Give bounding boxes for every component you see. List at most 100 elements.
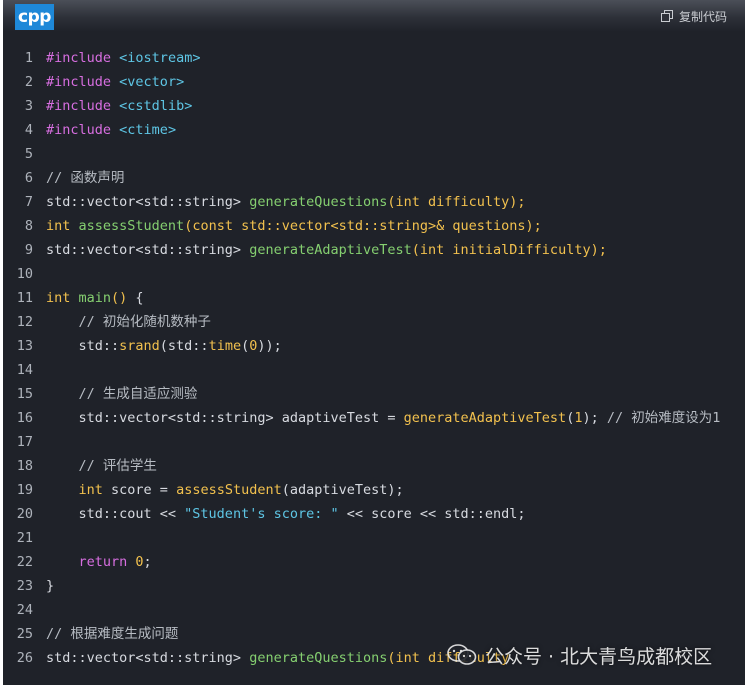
- line-number: 13: [16, 338, 33, 354]
- code-text: }: [46, 574, 54, 598]
- code-token: int: [46, 482, 112, 498]
- code-token: std::vector<std::string> adaptiveTest =: [46, 410, 404, 426]
- line-number: 24: [16, 602, 33, 618]
- code-text: std::srand(std::time(0));: [46, 334, 282, 358]
- code-toolbar: cpp 复制代码: [3, 0, 745, 32]
- code-token: (int initialDifficulty);: [411, 242, 607, 258]
- line-number: 17: [16, 434, 33, 450]
- code-token: "Student's score: ": [184, 506, 339, 522]
- code-token: #include: [46, 50, 112, 66]
- code-token: }: [46, 578, 55, 594]
- code-token: ));: [257, 338, 282, 354]
- line-number: 6: [24, 170, 33, 186]
- watermark-text: 公众号 · 北大青鸟成都校区: [485, 645, 713, 668]
- code-token: std::vector<std::string>: [46, 650, 250, 666]
- line-number: 1: [24, 50, 33, 66]
- code-token: (: [241, 338, 250, 354]
- code-text: std::vector<std::string> generateQuestio…: [46, 646, 509, 670]
- line-number: 4: [24, 122, 33, 138]
- line-number: 12: [16, 314, 33, 330]
- code-lines: 1 #include <iostream> 2 #include <vector> 3 #…: [3, 46, 745, 670]
- code-token: main: [78, 290, 112, 306]
- code-block: cpp 复制代码 1 #include <iostream> 2 #include <…: [3, 0, 745, 685]
- line-number: 11: [16, 290, 33, 306]
- code-token: {: [127, 290, 144, 306]
- code-line: 1 #include <iostream>: [3, 46, 745, 70]
- line-number: 2: [24, 74, 33, 90]
- code-token: <iostream>: [119, 50, 201, 66]
- code-text: return 0;: [46, 550, 152, 574]
- code-token: <ctime>: [119, 122, 177, 138]
- code-token: ;: [143, 554, 152, 570]
- line-number: 25: [16, 626, 33, 642]
- line-number: 15: [16, 386, 33, 402]
- code-line: 7 std::vector<std::string> generateQuesti…: [3, 190, 745, 214]
- line-number: 8: [24, 218, 33, 234]
- code-line: 4 #include <ctime>: [3, 118, 745, 142]
- code-token: #include: [46, 98, 112, 114]
- code-token: // 根据难度生成问题: [46, 626, 179, 642]
- line-number: 26: [16, 650, 33, 666]
- code-token: 0: [135, 554, 144, 570]
- code-text: #include <iostream>: [46, 46, 200, 70]
- code-text: // 生成自适应测验: [46, 382, 198, 406]
- copy-icon: [660, 10, 673, 22]
- line-number: 5: [24, 146, 33, 162]
- code-token: << score << std::endl;: [338, 506, 526, 522]
- code-line: 11 int main() {: [3, 286, 745, 310]
- code-line: 15 // 生成自适应测验: [3, 382, 745, 406]
- code-token: // 初始化随机数种子: [46, 314, 211, 330]
- code-text: int assessStudent(const std::vector<std:…: [46, 214, 542, 238]
- code-text: // 函数声明: [46, 166, 124, 190]
- code-line: 22 return 0;: [3, 550, 745, 574]
- line-number: 19: [16, 482, 33, 498]
- line-number: 7: [24, 194, 33, 210]
- code-token: // 函数声明: [46, 170, 125, 186]
- code-text: std::vector<std::string> generateQuestio…: [46, 190, 526, 214]
- code-token: (std::: [159, 338, 209, 354]
- code-token: score =: [111, 482, 177, 498]
- code-token: generateQuestions: [249, 194, 388, 210]
- code-token: std::: [46, 338, 120, 354]
- code-token: <cstdlib>: [119, 98, 193, 114]
- code-token: std::vector<std::string>: [46, 194, 250, 210]
- line-number: 22: [16, 554, 33, 570]
- line-number: 23: [16, 578, 33, 594]
- code-token: (adaptiveTest);: [281, 482, 404, 498]
- code-line: 8 int assessStudent(const std::vector<std…: [3, 214, 745, 238]
- code-token: (): [111, 290, 128, 306]
- code-text: int score = assessStudent(adaptiveTest);: [46, 478, 404, 502]
- code-token: // 初始难度设为1: [606, 410, 721, 426]
- code-token: int: [46, 290, 79, 306]
- code-token: // 评估学生: [46, 458, 157, 474]
- code-text: std::cout << "Student's score: " << scor…: [46, 502, 526, 526]
- code-line: 24: [3, 598, 745, 622]
- code-text: // 初始化随机数种子: [46, 310, 211, 334]
- code-token: std::vector<std::string>: [46, 242, 250, 258]
- watermark: 公众号 · 北大青鸟成都校区: [447, 640, 712, 670]
- copy-code-button[interactable]: 复制代码: [660, 7, 727, 25]
- code-line: 19 int score = assessStudent(adaptiveTes…: [3, 478, 745, 502]
- line-number: 18: [16, 458, 33, 474]
- code-token: generateAdaptiveTest: [403, 410, 567, 426]
- code-text: std::vector<std::string> adaptiveTest = …: [46, 406, 721, 430]
- code-text: #include <ctime>: [46, 118, 176, 142]
- code-text: int main() {: [46, 286, 144, 310]
- code-line: 10: [3, 262, 745, 286]
- code-token: time: [208, 338, 242, 354]
- code-text: #include <cstdlib>: [46, 94, 192, 118]
- code-line: 5: [3, 142, 745, 166]
- code-line: 14: [3, 358, 745, 382]
- line-number: 10: [16, 266, 33, 282]
- code-token: );: [582, 410, 607, 426]
- line-number: 9: [24, 242, 33, 258]
- code-line: 6 // 函数声明: [3, 166, 745, 190]
- code-token: std::cout <<: [46, 506, 185, 522]
- code-line: 2 #include <vector>: [3, 70, 745, 94]
- code-token: generateQuestions: [249, 650, 388, 666]
- code-token: int: [46, 218, 79, 234]
- code-line: 23}: [3, 574, 745, 598]
